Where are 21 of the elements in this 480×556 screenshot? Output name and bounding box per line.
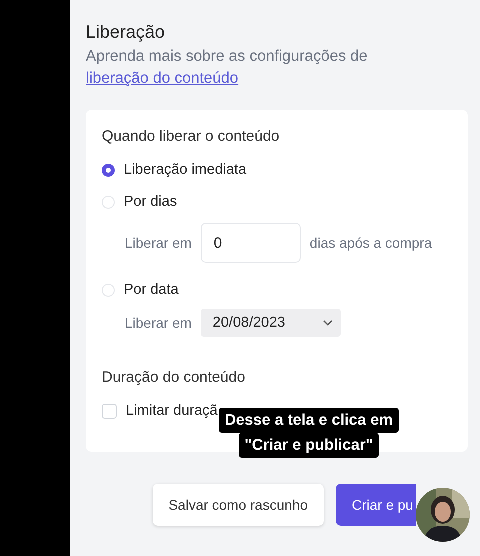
days-input[interactable]: 0 [200,223,301,263]
group-heading: Quando liberar o conteúdo [102,128,281,145]
section-description: Aprenda mais sobre as configurações de liberação do conteúdo [86,47,369,89]
field-label: Liberar em [125,235,192,251]
chevron-down-icon [322,320,333,326]
radio-label: Por data [124,282,179,298]
checkbox-label: Limitar duraçã [126,403,218,419]
checkbox[interactable] [102,404,117,418]
create-button[interactable]: Criar e pu [336,484,416,526]
field-label: Liberar em [125,315,192,331]
video-caption: Desse a tela e clica em [218,408,400,433]
date-select[interactable]: 20/08/2023 [200,309,341,337]
radio-button[interactable] [102,164,115,176]
section-title: Liberação [86,21,166,44]
radio-label: Liberação imediata [124,162,247,178]
help-link[interactable]: liberação do conteúdo [86,70,239,87]
group-heading: Duração do conteúdo [102,369,246,386]
field-suffix: dias após a compra [310,235,432,251]
video-caption: "Criar e publicar" [238,433,380,458]
radio-label: Por dias [124,194,178,210]
save-draft-button[interactable]: Salvar como rascunho [152,484,324,526]
